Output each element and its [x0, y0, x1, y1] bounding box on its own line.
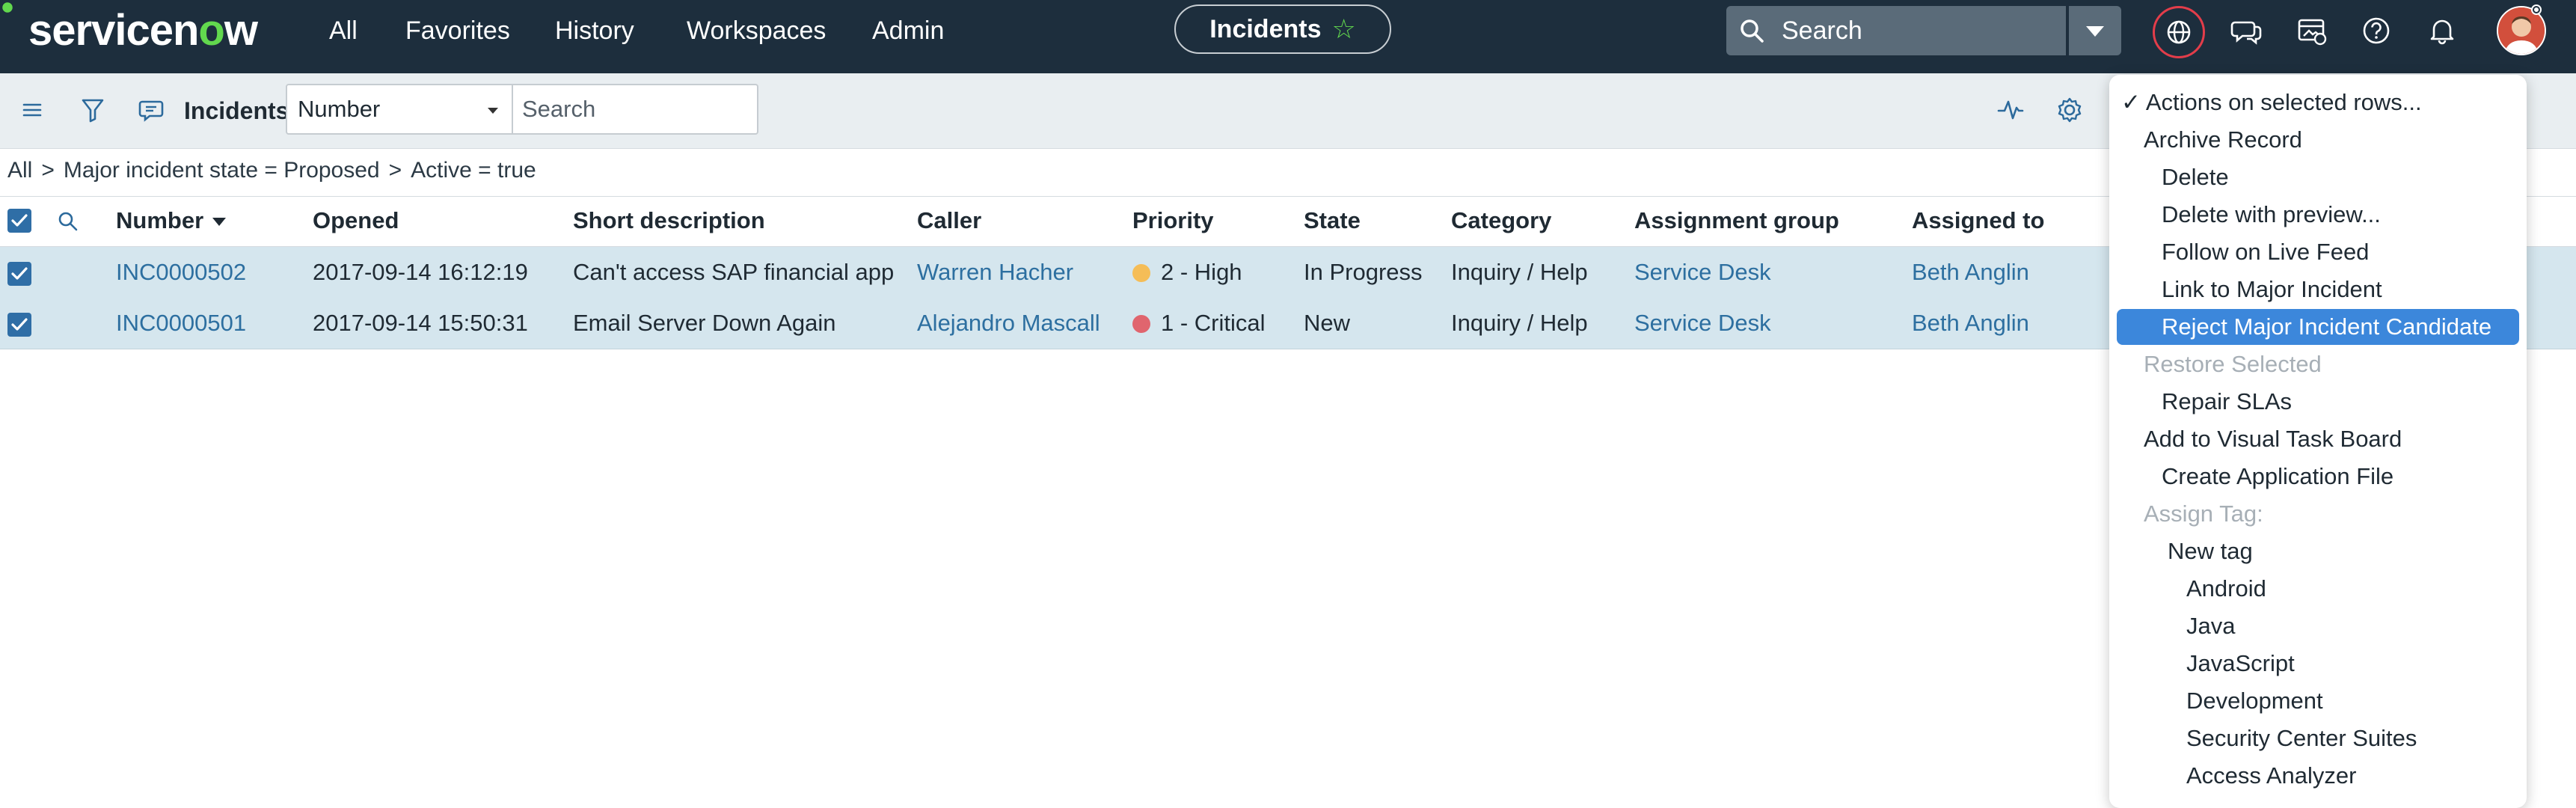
breadcrumb-item-major-incident-state[interactable]: Major incident state = Proposed — [64, 158, 380, 183]
breadcrumb: All > Major incident state = Proposed > Acti… — [7, 154, 545, 187]
globe-icon — [2167, 20, 2191, 44]
cell-short-description: Email Server Down Again — [573, 310, 836, 336]
breadcrumb-separator: > — [388, 158, 402, 183]
search-field-select[interactable]: Number — [286, 84, 513, 135]
column-header-number[interactable]: Number — [116, 204, 227, 237]
menu-item-tag-java[interactable]: Java — [2186, 608, 2235, 644]
top-navigation-bar: servicenow All Favorites History Workspa… — [0, 0, 2576, 73]
menu-item-link-to-major-incident[interactable]: Link to Major Incident — [2162, 272, 2382, 307]
column-header-assigned-to[interactable]: Assigned to — [1912, 204, 2044, 237]
cell-state: In Progress — [1304, 259, 1423, 285]
menu-item-restore-selected: Restore Selected — [2144, 351, 2322, 377]
priority-critical-dot-icon — [1132, 315, 1150, 333]
menu-item-follow-on-live-feed[interactable]: Follow on Live Feed — [2162, 234, 2369, 270]
cell-assignment-group[interactable]: Service Desk — [1634, 298, 1771, 349]
cell-priority: 1 - Critical — [1132, 298, 1266, 349]
context-pill-label: Incidents — [1209, 14, 1322, 43]
cell-state: New — [1304, 310, 1351, 336]
row-checkbox[interactable] — [7, 262, 31, 286]
edit-badge-icon — [2531, 4, 2542, 15]
priority-high-dot-icon — [1132, 264, 1150, 282]
menu-item-reject-major-incident-candidate[interactable]: Reject Major Incident Candidate — [2117, 309, 2519, 345]
column-header-priority[interactable]: Priority — [1132, 204, 1214, 237]
filter-icon[interactable] — [79, 96, 106, 124]
breadcrumb-item-active[interactable]: Active = true — [411, 158, 536, 183]
cell-assigned-to[interactable]: Beth Anglin — [1912, 247, 2029, 298]
cell-assigned-to[interactable]: Beth Anglin — [1912, 298, 2029, 349]
search-scope-dropdown[interactable] — [2069, 6, 2121, 55]
search-icon — [1738, 17, 1765, 44]
media-icon[interactable] — [2293, 12, 2331, 49]
menu-item-archive-record[interactable]: Archive Record — [2144, 122, 2302, 158]
cell-caller[interactable]: Warren Hacher — [917, 247, 1073, 298]
breadcrumb-item-all[interactable]: All — [7, 158, 32, 183]
favorite-star-icon[interactable]: ☆ — [1331, 13, 1355, 45]
gear-icon[interactable] — [2055, 96, 2084, 124]
chat-icon[interactable] — [2227, 12, 2265, 49]
list-search-input[interactable] — [513, 84, 758, 135]
menu-item-delete[interactable]: Delete — [2162, 159, 2229, 195]
nav-workspaces[interactable]: Workspaces — [687, 12, 826, 49]
language-button[interactable] — [2153, 6, 2205, 58]
column-header-state[interactable]: State — [1304, 204, 1361, 237]
cell-category: Inquiry / Help — [1451, 259, 1588, 285]
global-search-placeholder: Search — [1782, 16, 1862, 45]
cell-category: Inquiry / Help — [1451, 310, 1588, 336]
checkmark-icon — [11, 267, 28, 280]
sort-descending-icon — [212, 218, 227, 227]
nav-all[interactable]: All — [329, 12, 358, 49]
breadcrumb-separator: > — [41, 158, 55, 183]
cell-short-description: Can't access SAP financial app — [573, 259, 895, 285]
cell-opened: 2017-09-14 16:12:19 — [313, 259, 528, 285]
servicenow-logo[interactable]: servicenow — [28, 4, 258, 57]
menu-header-actions-on-selected-rows: ✓ Actions on selected rows... — [2121, 89, 2422, 115]
menu-section-assign-tag: Assign Tag: — [2144, 501, 2263, 527]
checkmark-icon — [11, 214, 28, 227]
menu-item-create-application-file[interactable]: Create Application File — [2162, 459, 2393, 495]
menu-item-tag-access-analyzer[interactable]: Access Analyzer — [2186, 758, 2356, 794]
menu-item-tag-javascript[interactable]: JavaScript — [2186, 646, 2295, 682]
menu-item-add-to-visual-task-board[interactable]: Add to Visual Task Board — [2144, 421, 2402, 457]
global-search-field[interactable]: Search — [1726, 6, 2066, 55]
cell-opened: 2017-09-14 15:50:31 — [313, 310, 528, 336]
cell-number[interactable]: INC0000501 — [116, 298, 246, 349]
menu-item-tag-security-center-suites[interactable]: Security Center Suites — [2186, 720, 2417, 756]
select-all-checkbox[interactable] — [7, 209, 31, 233]
menu-item-tag-development[interactable]: Development — [2186, 683, 2323, 719]
menu-item-new-tag[interactable]: New tag — [2168, 533, 2253, 569]
cell-assignment-group[interactable]: Service Desk — [1634, 247, 1771, 298]
chevron-down-icon — [2086, 26, 2104, 37]
comment-icon[interactable] — [138, 97, 165, 123]
column-search-icon[interactable] — [57, 210, 79, 233]
hamburger-icon[interactable] — [19, 97, 45, 123]
column-header-assignment-group[interactable]: Assignment group — [1634, 204, 1839, 237]
nav-history[interactable]: History — [555, 12, 634, 49]
column-header-short-description[interactable]: Short description — [573, 204, 765, 237]
menu-item-repair-slas[interactable]: Repair SLAs — [2162, 384, 2292, 420]
list-title: Incidents — [184, 97, 289, 124]
activity-icon[interactable] — [1996, 96, 2025, 124]
search-field-select-value: Number — [298, 96, 381, 122]
column-header-opened[interactable]: Opened — [313, 204, 399, 237]
cell-caller[interactable]: Alejandro Mascall — [917, 298, 1100, 349]
help-icon[interactable] — [2358, 12, 2395, 49]
column-header-category[interactable]: Category — [1451, 204, 1551, 237]
row-checkbox[interactable] — [7, 313, 31, 337]
cell-number[interactable]: INC0000502 — [116, 247, 246, 298]
chevron-down-icon — [488, 108, 498, 114]
menu-item-delete-with-preview[interactable]: Delete with preview... — [2162, 197, 2381, 233]
checkmark-icon — [11, 318, 28, 331]
cell-priority: 2 - High — [1132, 247, 1242, 298]
context-pill-incidents[interactable]: Incidents ☆ — [1174, 4, 1391, 54]
bell-icon[interactable] — [2423, 12, 2461, 49]
column-header-caller[interactable]: Caller — [917, 204, 981, 237]
nav-admin[interactable]: Admin — [872, 12, 944, 49]
nav-favorites[interactable]: Favorites — [405, 12, 510, 49]
menu-item-tag-android[interactable]: Android — [2186, 571, 2266, 607]
actions-context-menu: ✓ Actions on selected rows... Archive Re… — [2109, 75, 2527, 808]
presence-status-icon — [0, 0, 15, 15]
